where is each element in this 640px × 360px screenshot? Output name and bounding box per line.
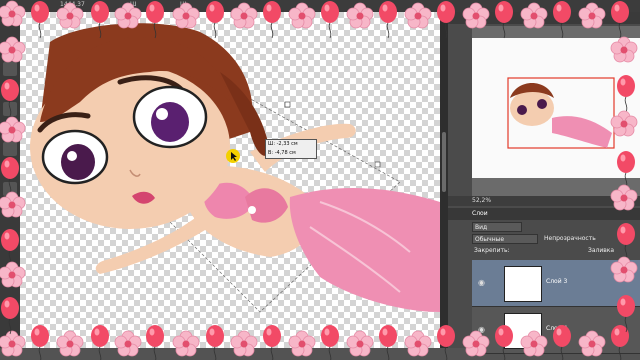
navigator-panel [472,26,640,196]
transform-tooltip: Ш: -2,33 см В: -4,78 см [265,139,317,159]
fill-label: Заливка [588,247,615,254]
tooltip-width: Ш: -2,33 см [268,141,298,147]
tooltip-height: В: -4,78 см [268,150,296,156]
layer-thumbnail [504,313,542,349]
right-panels: 52,2% Слои Вид Обычные Непрозрачность За… [448,12,640,354]
tools-panel [0,12,21,348]
opacity-label: Непрозрачность [544,235,596,242]
eye-icon[interactable]: ◉ [478,325,485,334]
layer-row-1[interactable]: ◉ Слой 3 [472,260,640,307]
navigator-header [448,12,640,24]
layer-kind-filter[interactable]: Вид [472,222,522,232]
layer-row-2[interactable]: ◉ Слой 4 [472,307,640,354]
blend-mode-select[interactable]: Обычные [472,234,538,244]
lasso-tool-icon[interactable] [3,82,17,96]
document-canvas[interactable]: Ш: -2,33 см В: -4,78 см [20,12,440,348]
layers-tab[interactable]: Слои [472,210,488,217]
eyedropper-icon[interactable] [3,122,17,136]
crop-tool-icon[interactable] [3,102,17,116]
artwork [30,23,440,313]
canvas-vertical-scrollbar[interactable] [440,12,448,348]
height-label: Ш [180,1,187,8]
navigator-thumbnail[interactable] [472,38,640,178]
x-position-field[interactable]: 1444.37 [60,1,85,8]
move-cursor-icon [226,149,240,163]
layer-name: Слой 4 [546,325,568,332]
width-label: Ш [130,1,137,8]
layers-panel-header: Слои [448,208,640,220]
zoom-row: 52,2% [448,196,640,206]
text-tool-icon[interactable] [3,182,17,196]
eye-icon[interactable]: ◉ [478,278,485,287]
move-tool-icon[interactable] [3,42,17,56]
marquee-tool-icon[interactable] [3,62,17,76]
zoom-level[interactable]: 52,2% [472,197,491,204]
layer-thumbnail [504,266,542,302]
scroll-thumb[interactable] [442,132,446,192]
layer-name: Слой 3 [546,278,568,285]
lock-label: Закрепить: [474,247,510,254]
eraser-icon[interactable] [3,162,17,176]
brush-tool-icon[interactable] [3,142,17,156]
